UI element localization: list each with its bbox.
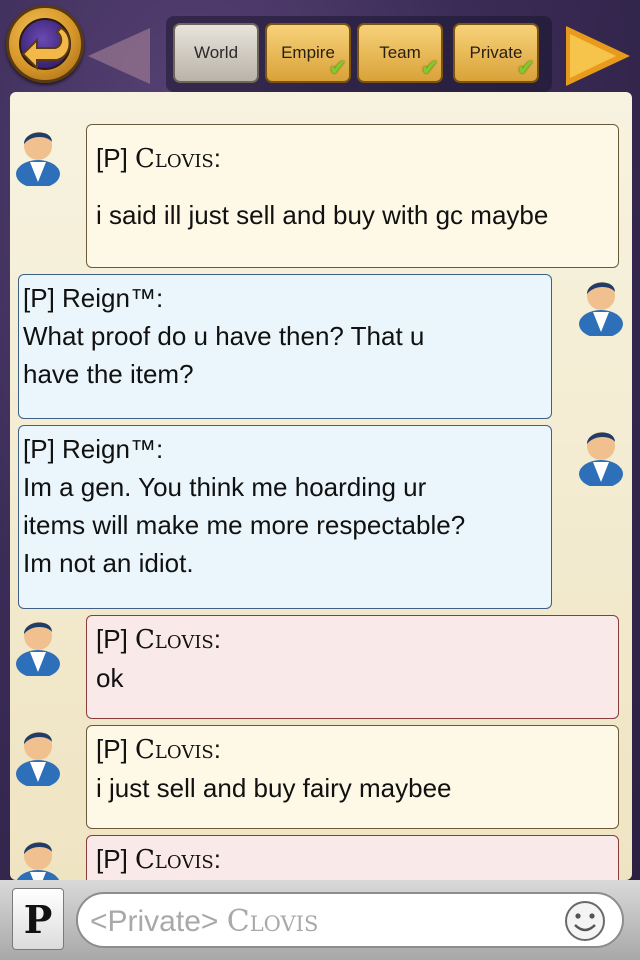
avatar-icon [16, 732, 60, 786]
message-text: ok [96, 663, 124, 693]
input-placeholder: <Private> Clovis [90, 904, 318, 939]
channel-bar: World Empire ✔ Team ✔ Private ✔ [0, 0, 640, 92]
avatar-icon [16, 622, 60, 676]
message-header: [P] Clovis: [96, 143, 221, 174]
tab-private-label: Private [469, 43, 523, 62]
composer-bar: P <Private> Clovis [0, 880, 640, 960]
message-prefix: [P] [23, 283, 55, 313]
sender-name[interactable]: Clovis [135, 144, 214, 174]
tab-empire[interactable]: Empire ✔ [265, 23, 351, 83]
message-header: [P] Clovis: [96, 844, 221, 875]
message-text: items will make me more respectable? [23, 510, 466, 540]
tab-team[interactable]: Team ✔ [357, 23, 443, 83]
tab-world[interactable]: World [173, 23, 259, 83]
back-arrow-glyph [21, 26, 71, 71]
smiley-icon[interactable] [564, 900, 606, 942]
back-button[interactable] [6, 5, 84, 83]
message-text: What proof do u have then? That u [23, 321, 425, 351]
message-prefix: [P] [23, 434, 55, 464]
tab-private[interactable]: Private ✔ [453, 23, 539, 83]
avatar-icon [579, 282, 623, 336]
message-header: [P] Reign™: [23, 283, 164, 313]
message-header: [P] Clovis: [96, 624, 221, 655]
message-bubble: [P] Clovis: ok [86, 615, 619, 719]
tab-empire-label: Empire [281, 43, 335, 62]
sender-name[interactable]: Reign™ [62, 283, 156, 313]
avatar-icon [16, 842, 60, 880]
message-text: Im a gen. You think me hoarding ur [23, 472, 427, 502]
message-input[interactable]: <Private> Clovis [76, 892, 624, 948]
chat-log[interactable]: [P] Clovis: i said ill just sell and buy… [10, 92, 632, 880]
sender-name[interactable]: Clovis [135, 735, 214, 765]
left-arrow-icon[interactable] [88, 28, 150, 84]
tab-world-label: World [193, 43, 239, 62]
message-prefix: [P] [96, 624, 128, 654]
message-text: i just sell and buy fairy maybee [96, 773, 452, 803]
checkmark-icon: ✔ [420, 55, 439, 80]
message-text: i said ill just sell and buy with gc may… [96, 200, 549, 230]
message-prefix: [P] [96, 734, 128, 764]
avatar-icon [579, 432, 623, 486]
sender-name[interactable]: Clovis [135, 625, 214, 655]
message-text: have the item? [23, 359, 194, 389]
tab-team-label: Team [379, 43, 421, 62]
message-bubble: [P] Clovis: i just sell and buy fairy ma… [86, 725, 619, 829]
message-text: Im not an idiot. [23, 548, 194, 578]
sender-name[interactable]: Reign™ [62, 434, 156, 464]
message-prefix: [P] [96, 844, 128, 874]
right-arrow-highlight [570, 34, 616, 78]
placeholder-channel: <Private> [90, 905, 219, 938]
placeholder-target: Clovis [226, 904, 319, 939]
avatar-icon [16, 132, 60, 186]
message-bubble: [P] Clovis: [86, 835, 619, 880]
checkmark-icon: ✔ [516, 55, 535, 80]
message-header: [P] Reign™: [23, 434, 164, 464]
checkmark-icon: ✔ [328, 55, 347, 80]
message-header: [P] Clovis: [96, 734, 221, 765]
game-screen: World Empire ✔ Team ✔ Private ✔ [P] Clov… [0, 0, 640, 960]
message-bubble: [P] Clovis: i said ill just sell and buy… [86, 124, 619, 268]
message-prefix: [P] [96, 143, 128, 173]
message-bubble: [P] Reign™: What proof do u have then? T… [18, 274, 552, 419]
channel-button[interactable]: P [12, 888, 64, 950]
message-bubble: [P] Reign™: Im a gen. You think me hoard… [18, 425, 552, 609]
sender-name[interactable]: Clovis [135, 845, 214, 875]
